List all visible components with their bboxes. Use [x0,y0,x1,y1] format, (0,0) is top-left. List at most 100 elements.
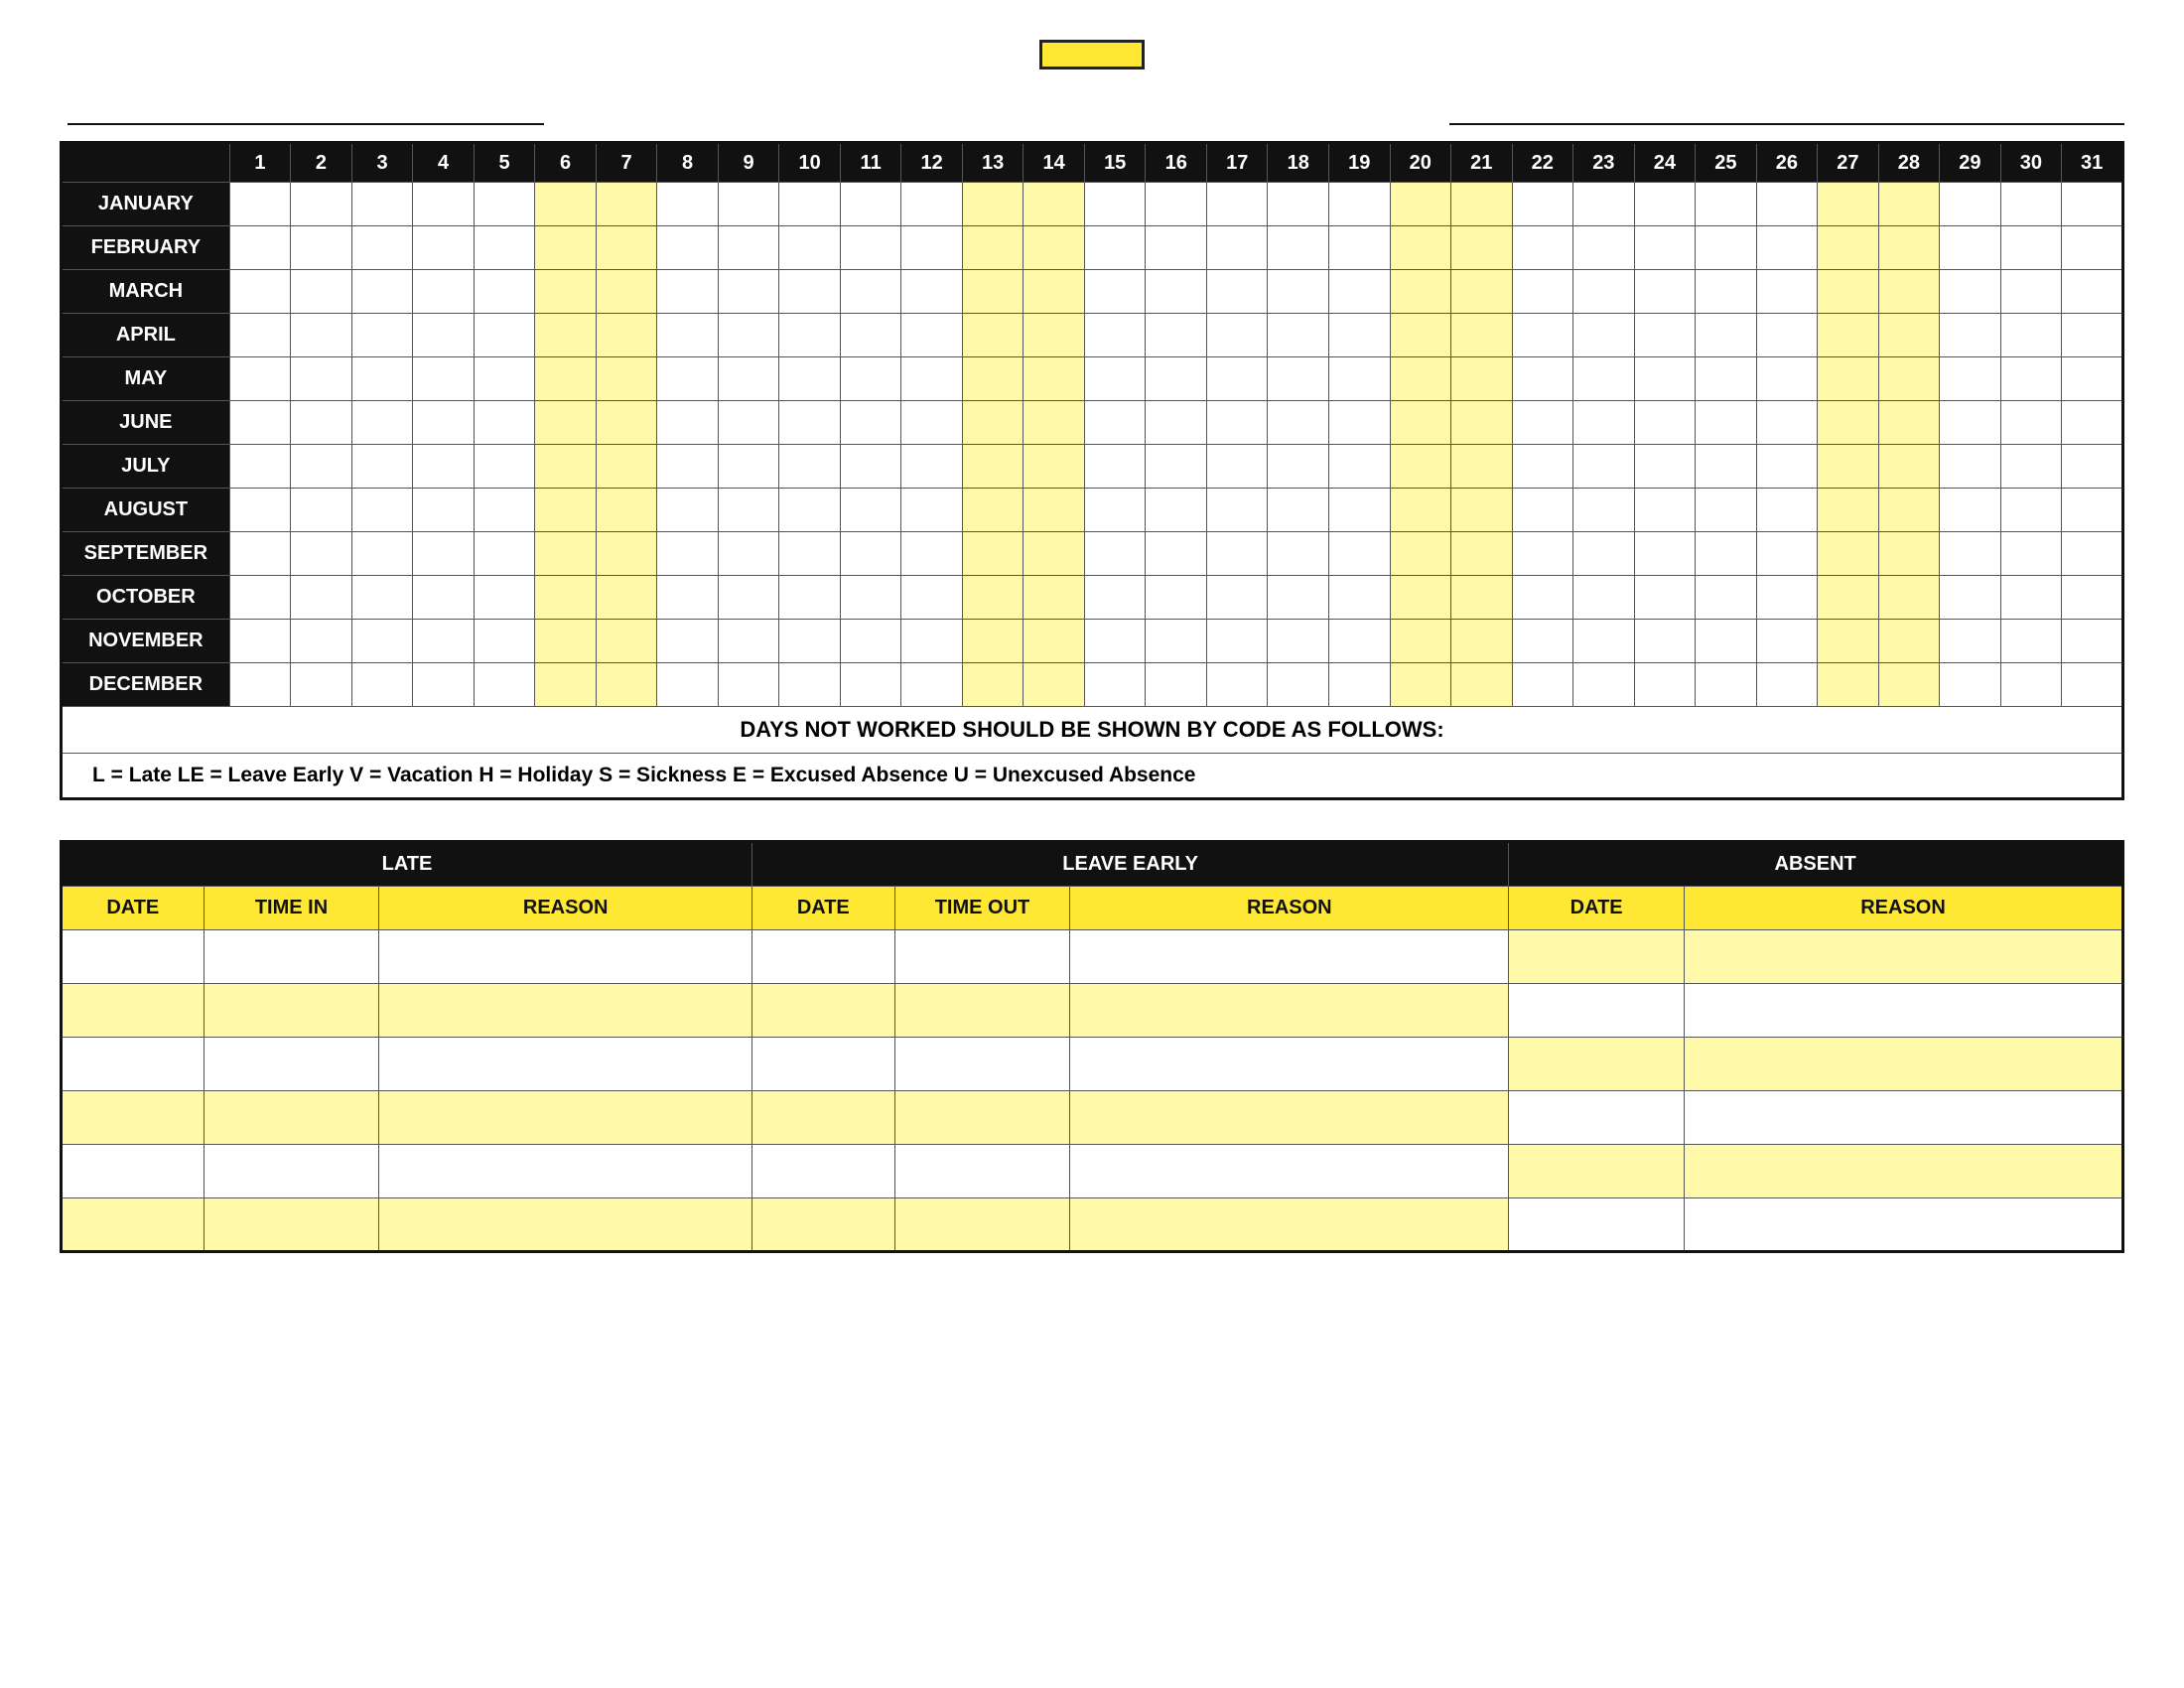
cell-december-9[interactable] [718,663,779,707]
le-cell-r0-c1[interactable] [894,930,1070,984]
cell-may-28[interactable] [1878,357,1940,401]
cell-october-2[interactable] [291,576,352,620]
cell-november-30[interactable] [2000,620,2062,663]
cell-november-21[interactable] [1451,620,1513,663]
cell-july-10[interactable] [779,445,841,489]
cell-october-3[interactable] [351,576,413,620]
cell-april-3[interactable] [351,314,413,357]
cell-december-2[interactable] [291,663,352,707]
cell-july-16[interactable] [1146,445,1207,489]
cell-february-23[interactable] [1573,226,1635,270]
cell-may-7[interactable] [596,357,657,401]
cell-september-24[interactable] [1634,532,1696,576]
cell-may-20[interactable] [1390,357,1451,401]
cell-july-6[interactable] [535,445,597,489]
cell-december-13[interactable] [962,663,1024,707]
cell-february-17[interactable] [1206,226,1268,270]
cell-april-13[interactable] [962,314,1024,357]
cell-may-10[interactable] [779,357,841,401]
le-cell-r5-c2[interactable] [1070,1198,1509,1252]
cell-march-22[interactable] [1512,270,1573,314]
cell-october-17[interactable] [1206,576,1268,620]
cell-august-19[interactable] [1329,489,1391,532]
cell-april-26[interactable] [1756,314,1818,357]
cell-september-8[interactable] [657,532,719,576]
cell-april-4[interactable] [413,314,475,357]
le-cell-r2-c1[interactable] [894,1038,1070,1091]
cell-march-8[interactable] [657,270,719,314]
cell-august-8[interactable] [657,489,719,532]
cell-april-24[interactable] [1634,314,1696,357]
cell-july-24[interactable] [1634,445,1696,489]
cell-december-19[interactable] [1329,663,1391,707]
cell-may-25[interactable] [1696,357,1757,401]
cell-april-18[interactable] [1268,314,1329,357]
cell-march-18[interactable] [1268,270,1329,314]
cell-june-25[interactable] [1696,401,1757,445]
cell-march-26[interactable] [1756,270,1818,314]
cell-february-8[interactable] [657,226,719,270]
cell-july-7[interactable] [596,445,657,489]
cell-march-24[interactable] [1634,270,1696,314]
cell-november-25[interactable] [1696,620,1757,663]
cell-july-20[interactable] [1390,445,1451,489]
cell-october-5[interactable] [474,576,535,620]
cell-september-3[interactable] [351,532,413,576]
cell-march-19[interactable] [1329,270,1391,314]
cell-august-22[interactable] [1512,489,1573,532]
cell-october-21[interactable] [1451,576,1513,620]
cell-january-1[interactable] [229,183,291,226]
late-cell-r4-c0[interactable] [62,1145,205,1198]
cell-june-29[interactable] [1940,401,2001,445]
cell-august-7[interactable] [596,489,657,532]
cell-january-6[interactable] [535,183,597,226]
cell-may-26[interactable] [1756,357,1818,401]
cell-january-4[interactable] [413,183,475,226]
cell-may-12[interactable] [901,357,963,401]
cell-june-3[interactable] [351,401,413,445]
cell-january-23[interactable] [1573,183,1635,226]
le-cell-r2-c0[interactable] [752,1038,895,1091]
cell-september-11[interactable] [840,532,901,576]
cell-june-18[interactable] [1268,401,1329,445]
le-cell-r5-c1[interactable] [894,1198,1070,1252]
cell-june-23[interactable] [1573,401,1635,445]
cell-september-26[interactable] [1756,532,1818,576]
cell-january-19[interactable] [1329,183,1391,226]
cell-february-11[interactable] [840,226,901,270]
cell-july-2[interactable] [291,445,352,489]
cell-january-26[interactable] [1756,183,1818,226]
le-cell-r3-c2[interactable] [1070,1091,1509,1145]
cell-november-22[interactable] [1512,620,1573,663]
cell-december-1[interactable] [229,663,291,707]
cell-december-16[interactable] [1146,663,1207,707]
cell-february-3[interactable] [351,226,413,270]
cell-december-12[interactable] [901,663,963,707]
cell-march-14[interactable] [1024,270,1085,314]
cell-october-9[interactable] [718,576,779,620]
cell-december-27[interactable] [1818,663,1879,707]
absent-cell-r5-c0[interactable] [1509,1198,1685,1252]
cell-august-27[interactable] [1818,489,1879,532]
cell-september-16[interactable] [1146,532,1207,576]
le-cell-r3-c1[interactable] [894,1091,1070,1145]
cell-august-26[interactable] [1756,489,1818,532]
cell-november-28[interactable] [1878,620,1940,663]
cell-march-17[interactable] [1206,270,1268,314]
cell-january-24[interactable] [1634,183,1696,226]
cell-may-31[interactable] [2062,357,2123,401]
cell-july-14[interactable] [1024,445,1085,489]
cell-february-1[interactable] [229,226,291,270]
cell-april-21[interactable] [1451,314,1513,357]
cell-september-21[interactable] [1451,532,1513,576]
cell-september-31[interactable] [2062,532,2123,576]
cell-july-26[interactable] [1756,445,1818,489]
cell-july-15[interactable] [1084,445,1146,489]
cell-december-24[interactable] [1634,663,1696,707]
cell-january-3[interactable] [351,183,413,226]
cell-march-2[interactable] [291,270,352,314]
cell-october-11[interactable] [840,576,901,620]
cell-may-9[interactable] [718,357,779,401]
cell-august-23[interactable] [1573,489,1635,532]
cell-january-14[interactable] [1024,183,1085,226]
